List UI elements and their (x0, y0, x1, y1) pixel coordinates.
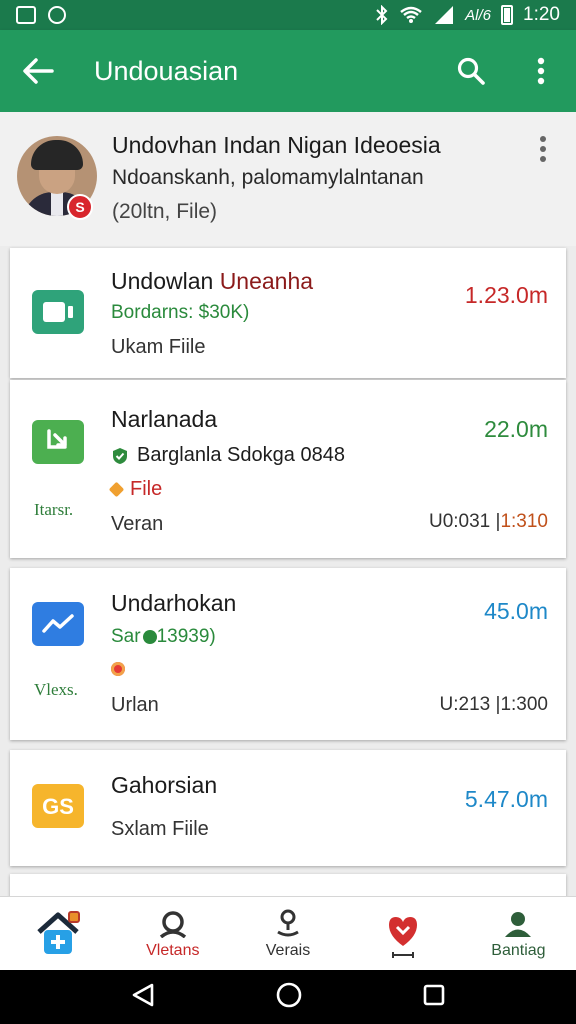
camera-icon (32, 290, 84, 334)
card-amount: 45.0m (484, 598, 548, 624)
triangle-back-icon (132, 983, 153, 1006)
status-dot-icon (108, 481, 125, 498)
card-title: Undarhokan (111, 590, 237, 616)
system-back-button[interactable] (130, 982, 156, 1013)
card-green-line: Bordarns: $30K) (111, 302, 250, 323)
nav-label: Bantiag (491, 942, 546, 959)
card-green-prefix: Sar (111, 626, 141, 647)
list-item-card-4[interactable]: GS Gahorsian Sxlam Fiile 5.47.0m (10, 750, 566, 866)
card-time: U:213 |1:300 (439, 694, 548, 715)
card-file-label: File (130, 478, 163, 500)
circle-home-icon (276, 982, 302, 1007)
nav-label: Verais (265, 942, 311, 959)
profile-more-button[interactable] (528, 134, 558, 164)
app-notification-icon (48, 6, 66, 24)
nav-item-bantiag[interactable]: Bantiag (461, 897, 576, 970)
avatar-badge: S (67, 194, 93, 220)
nav-item-verais[interactable]: Verais (230, 897, 345, 970)
cell-signal-icon (435, 6, 454, 24)
more-vertical-icon (540, 136, 546, 162)
heart-badge-icon (389, 917, 418, 946)
account-icon (505, 912, 532, 937)
card-amount: 5.47.0m (464, 786, 548, 812)
card-time-highlight: 1:310 (500, 511, 548, 532)
system-navigation-bar (0, 970, 576, 1024)
svg-text:GS: GS (42, 794, 74, 819)
person-icon (159, 911, 186, 938)
status-dot-icon (142, 630, 157, 644)
system-recents-button[interactable] (422, 983, 446, 1012)
wifi-icon (400, 6, 422, 23)
card-amount: 1.23.0m (464, 282, 548, 308)
list-item-card-3[interactable]: Undarhokan Sar 13939) Vlexs. Urlan U:213… (10, 568, 566, 740)
card-amount: 22.0m (484, 416, 548, 442)
back-arrow-icon (23, 58, 54, 84)
bluetooth-icon (376, 5, 388, 25)
overflow-menu-button[interactable] (506, 30, 576, 112)
card-side-label: Itarsr. (34, 500, 74, 519)
card-green-suffix: 13939) (156, 626, 216, 647)
bottom-navigation: Vletans Verais Bantiag (0, 896, 576, 970)
card-title-highlight: Uneanha (219, 268, 314, 294)
page-title: Undouasian (94, 55, 239, 86)
list-item-card-2[interactable]: Narlanada Barglanla Sdokga 0848 File Ita… (10, 380, 566, 558)
profile-meta: (20ltn, File) (112, 200, 218, 223)
status-bar: Al/6 1:20 (0, 0, 576, 30)
app-bar: Undouasian (0, 30, 576, 112)
list-item-card-1[interactable]: Undowlan Uneanha Bordarns: $30K) Ukam Fi… (10, 248, 566, 378)
card-title: Undowlan (111, 268, 220, 294)
more-vertical-icon (537, 57, 545, 85)
alert-dot-icon (111, 662, 125, 676)
gallery-notification-icon (16, 6, 36, 24)
battery-icon (501, 5, 514, 25)
link-icon (392, 952, 415, 958)
exchange-icon: GS (32, 784, 84, 828)
card-title: Gahorsian (111, 772, 218, 798)
card-verified-line: Barglanla Sdokga 0848 (137, 444, 345, 466)
square-recents-icon (424, 984, 445, 1005)
signal-text: Al/6 (465, 6, 492, 24)
profile-name: Undovhan Indan Nigan Ideoesia (112, 132, 441, 158)
search-button[interactable] (436, 30, 506, 112)
card-time: U0:031 | (428, 511, 501, 532)
trend-chart-icon (32, 602, 84, 646)
card-line: Sxlam Fiile (111, 818, 209, 840)
card-line: Veran (111, 513, 164, 535)
card-line: Urlan (111, 694, 159, 716)
nav-item-home[interactable] (0, 897, 115, 970)
card-title: Narlanada (111, 406, 218, 432)
nav-item-vletans[interactable]: Vletans (115, 897, 230, 970)
system-home-button[interactable] (275, 981, 303, 1014)
download-icon (32, 420, 84, 464)
home-add-icon (36, 911, 80, 954)
search-icon (457, 57, 485, 85)
nav-item-favorites[interactable] (346, 897, 461, 970)
card-side-label: Vlexs. (34, 680, 78, 699)
clock: 1:20 (523, 4, 560, 25)
back-button[interactable] (0, 30, 76, 112)
profile-subtitle: Ndoanskanh, palomamylalntanan (112, 166, 424, 189)
location-person-icon (277, 909, 299, 937)
nav-label: Vletans (146, 942, 200, 959)
verified-check-icon (113, 447, 127, 464)
card-line: Ukam Fiile (111, 336, 206, 358)
